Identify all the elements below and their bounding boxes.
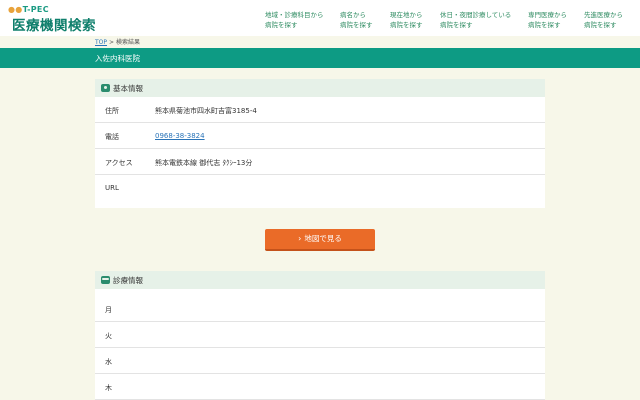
basic-info-heading: 基本情報 (113, 84, 143, 93)
address-label: 住所 (105, 107, 119, 115)
nav-disease[interactable]: 病名から 病院を探す (340, 10, 373, 30)
page-title: 入佐内科医院 (95, 54, 140, 63)
basic-info-header: 基本情報 (95, 79, 545, 97)
access-label: アクセス (105, 159, 133, 167)
day-label-tue: 火 (105, 332, 112, 340)
site-header: ●●T-PEC 医療機関検索 地域・診療科目から 病院を探す 病名から 病院を探… (0, 0, 640, 36)
diagnosis-info-card: 診療情報 月 火 水 木 (95, 271, 545, 400)
logo-subtitle: ●●T-PEC (8, 5, 49, 14)
day-row-mon: 月 (95, 296, 545, 322)
address-value: 熊本県菊池市四水町吉富3185-4 (155, 107, 257, 115)
url-label: URL (105, 184, 119, 192)
nav-advanced[interactable]: 先進医療から 病院を探す (584, 10, 623, 30)
title-bar: 入佐内科医院 (0, 48, 640, 68)
url-row: URL (95, 175, 545, 208)
access-row: アクセス 熊本電鉄本線 御代志 ﾀｸｼｰ13分 (95, 149, 545, 175)
basic-info-card: 基本情報 住所 熊本県菊池市四水町吉富3185-4 電話 0968-38-382… (95, 79, 545, 208)
logo-mark-icon: ●● (8, 5, 23, 14)
nav-region-department[interactable]: 地域・診療科目から 病院を探す (265, 10, 324, 30)
phone-row: 電話 0968-38-3824 (95, 123, 545, 149)
nav-current-location[interactable]: 現在地から 病院を探す (390, 10, 423, 30)
breadcrumb-separator: > (109, 39, 115, 46)
access-value: 熊本電鉄本線 御代志 ﾀｸｼｰ13分 (155, 159, 253, 167)
day-label-mon: 月 (105, 306, 112, 314)
view-map-button[interactable]: › 地図で見る (265, 229, 375, 251)
phone-link[interactable]: 0968-38-3824 (155, 132, 205, 140)
diagnosis-info-header: 診療情報 (95, 271, 545, 289)
hospital-icon (101, 84, 110, 92)
diagnosis-info-heading: 診療情報 (113, 276, 143, 285)
nav-holiday-night[interactable]: 休日・夜間診療している 病院を探す (440, 10, 511, 30)
day-label-wed: 水 (105, 358, 112, 366)
phone-label: 電話 (105, 133, 119, 141)
breadcrumb-top-link[interactable]: TOP (95, 39, 107, 46)
chevron-right-icon: › (298, 234, 302, 243)
view-map-label: 地図で見る (304, 234, 342, 243)
breadcrumb: TOP > 検索結果 (95, 37, 140, 46)
day-label-thu: 木 (105, 384, 112, 392)
day-row-thu: 木 (95, 374, 545, 400)
clinic-car-icon (101, 276, 110, 284)
breadcrumb-current: 検索結果 (116, 39, 141, 46)
nav-specialty[interactable]: 専門医療から 病院を探す (528, 10, 567, 30)
day-row-wed: 水 (95, 348, 545, 374)
address-row: 住所 熊本県菊池市四水町吉富3185-4 (95, 97, 545, 123)
day-row-tue: 火 (95, 322, 545, 348)
logo-title[interactable]: 医療機関検索 (12, 14, 96, 34)
